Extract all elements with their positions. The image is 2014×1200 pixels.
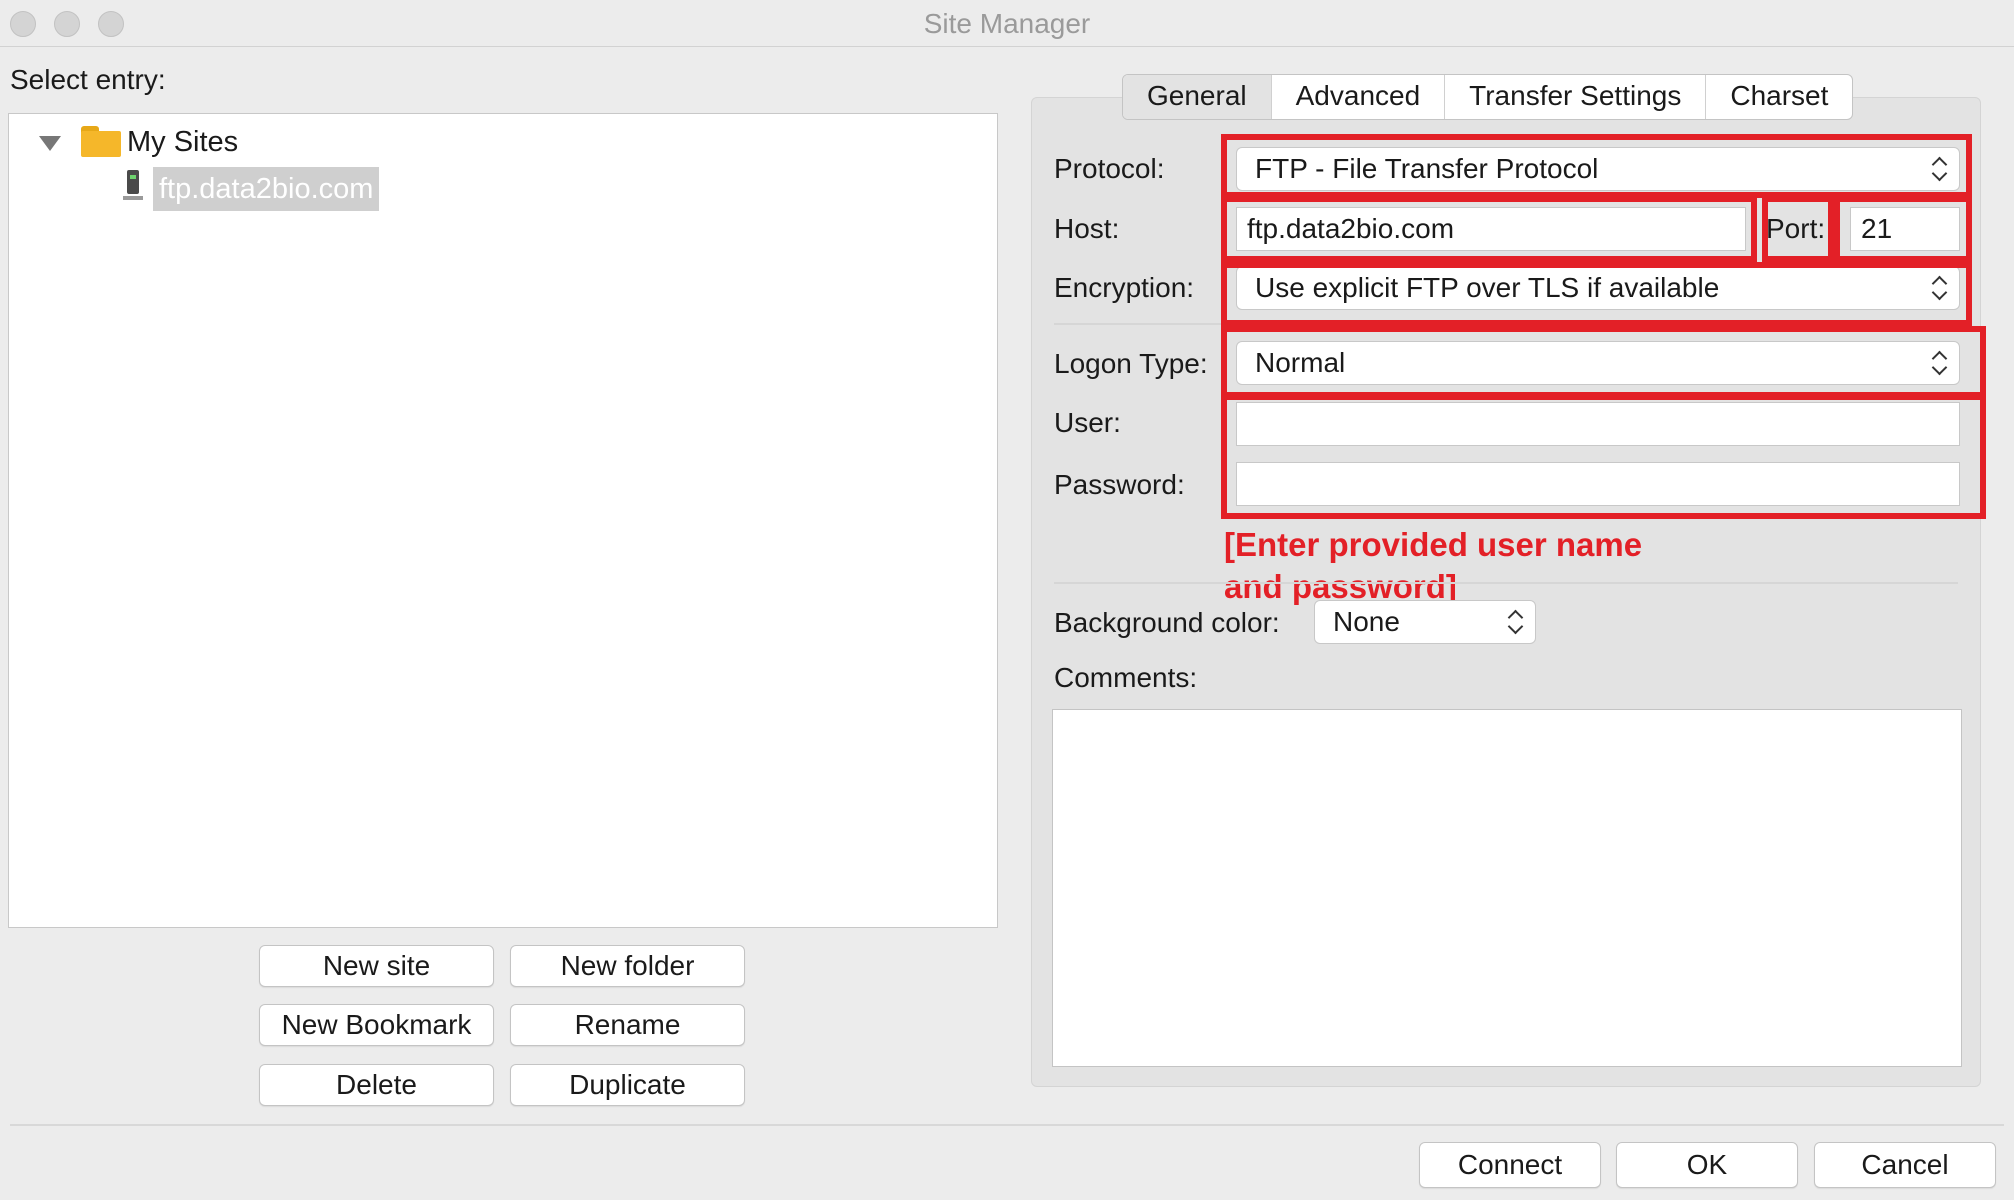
delete-button[interactable]: Delete xyxy=(259,1064,494,1106)
background-color-value: None xyxy=(1333,606,1400,637)
host-highlight xyxy=(1221,196,1757,262)
cancel-button[interactable]: Cancel xyxy=(1814,1142,1996,1188)
server-icon xyxy=(123,170,143,204)
connect-button[interactable]: Connect xyxy=(1419,1142,1601,1188)
new-bookmark-button[interactable]: New Bookmark xyxy=(259,1004,494,1046)
up-down-arrows-icon xyxy=(1507,608,1523,636)
comments-textarea[interactable] xyxy=(1052,709,1962,1067)
user-label: User: xyxy=(1054,407,1121,438)
tab-advanced[interactable]: Advanced xyxy=(1272,75,1446,119)
password-label: Password: xyxy=(1054,469,1185,500)
tree-item-site[interactable]: ftp.data2bio.com xyxy=(153,167,380,211)
encryption-highlight xyxy=(1221,262,1972,326)
folder-icon xyxy=(81,126,121,158)
settings-tabs: General Advanced Transfer Settings Chars… xyxy=(1122,74,1854,120)
protocol-highlight xyxy=(1221,134,1972,198)
annotation-line-1: [Enter provided user name xyxy=(1224,526,1643,563)
port-input-highlight xyxy=(1834,196,1972,262)
title-bar: Site Manager xyxy=(0,0,2014,47)
encryption-label: Encryption: xyxy=(1054,272,1195,303)
tree-item-my-sites[interactable]: My Sites xyxy=(127,126,238,159)
background-color-label: Background color: xyxy=(1054,607,1280,638)
window-title: Site Manager xyxy=(923,8,1091,39)
logon-type-label: Logon Type: xyxy=(1054,348,1208,379)
new-folder-button[interactable]: New folder xyxy=(510,945,745,987)
host-label: Host: xyxy=(1054,213,1120,244)
rename-button[interactable]: Rename xyxy=(510,1004,745,1046)
tab-general[interactable]: General xyxy=(1123,75,1272,119)
annotation-text: [Enter provided user name and password] xyxy=(1224,524,1744,608)
tab-transfer-settings[interactable]: Transfer Settings xyxy=(1445,75,1707,119)
select-entry-label: Select entry: xyxy=(10,64,166,95)
duplicate-button[interactable]: Duplicate xyxy=(510,1064,745,1106)
new-site-button[interactable]: New site xyxy=(259,945,494,987)
site-manager-window: Site Manager Select entry: My Sites ftp.… xyxy=(0,0,2014,1200)
background-color-select[interactable]: None xyxy=(1314,600,1536,644)
expand-caret-icon[interactable] xyxy=(39,136,61,151)
footer-separator xyxy=(10,1124,2004,1126)
protocol-label: Protocol: xyxy=(1054,153,1165,184)
tab-charset[interactable]: Charset xyxy=(1706,75,1852,119)
comments-label: Comments: xyxy=(1054,662,1198,693)
port-label-highlight xyxy=(1762,196,1834,262)
logon-type-highlight xyxy=(1221,326,1986,398)
credentials-highlight xyxy=(1221,394,1986,519)
ok-button[interactable]: OK xyxy=(1616,1142,1798,1188)
site-tree[interactable]: My Sites ftp.data2bio.com xyxy=(8,113,998,928)
separator xyxy=(1054,582,1958,584)
